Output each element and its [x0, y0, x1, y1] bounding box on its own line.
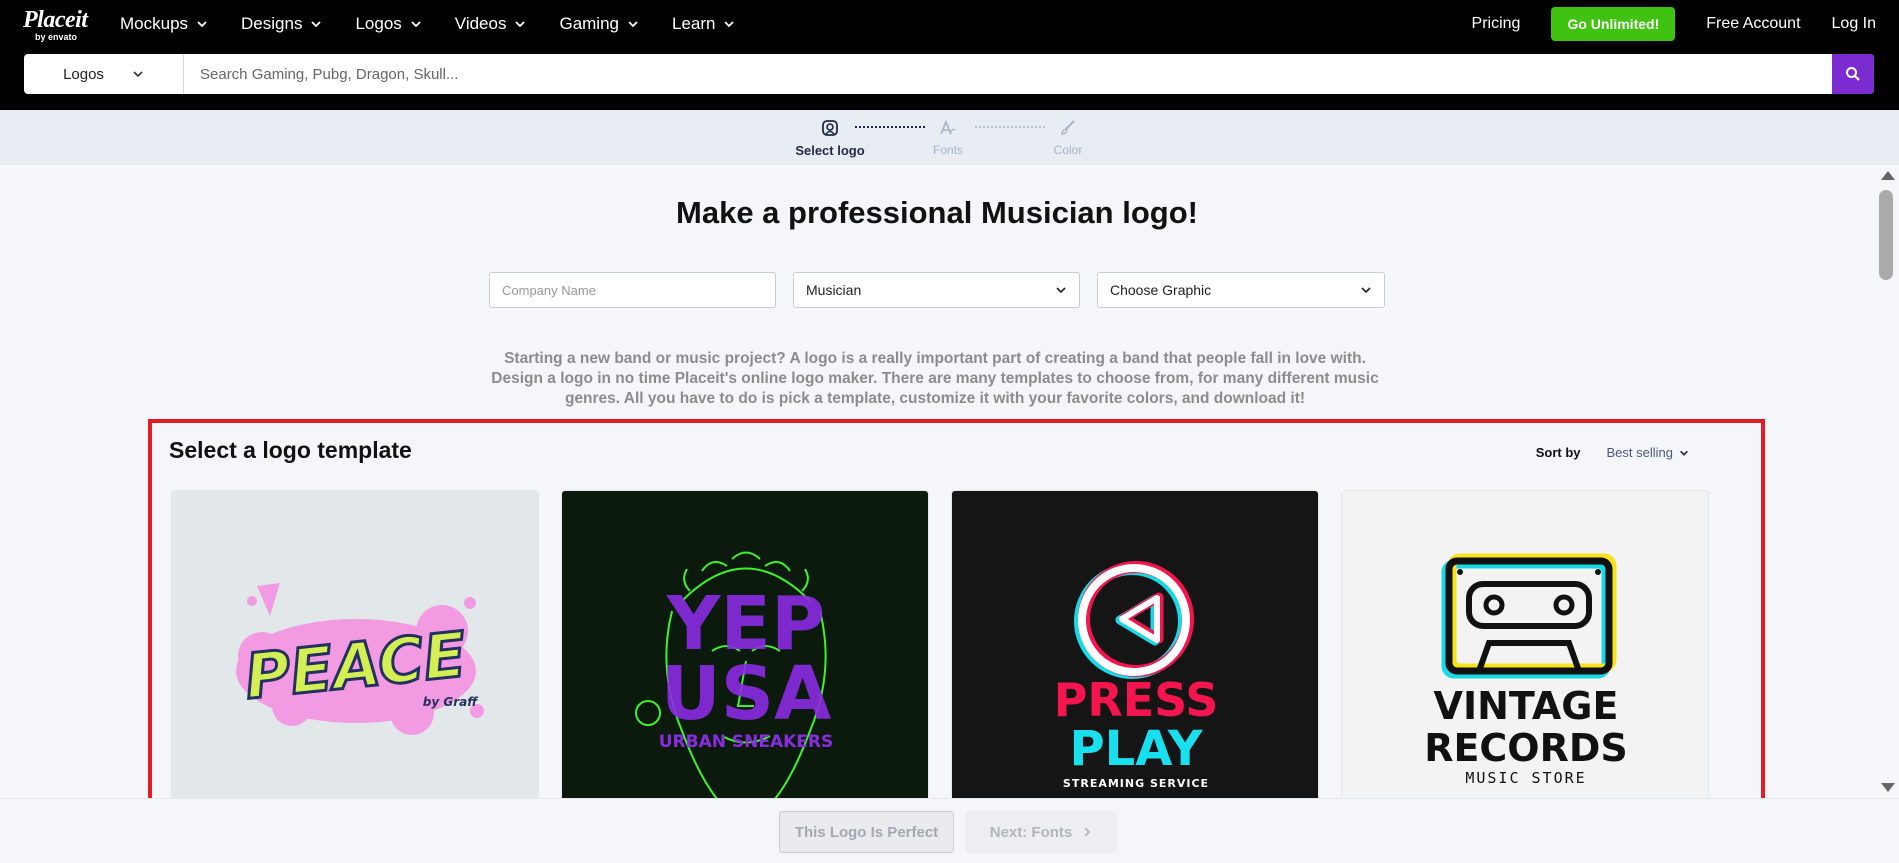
logo-template-section: Select a logo template Sort by Best sell…	[148, 419, 1765, 806]
login-link[interactable]: Log In	[1832, 15, 1876, 33]
section-title: Select a logo template	[169, 437, 412, 463]
graphic-value: Choose Graphic	[1110, 282, 1212, 298]
template-card-press-play[interactable]: PRESS PLAY STREAMING SERVICE	[951, 490, 1319, 802]
chevron-down-icon	[724, 21, 735, 28]
company-name-placeholder: Company Name	[502, 282, 596, 298]
press-text: PRESS	[1054, 673, 1219, 727]
account-nav: Pricing Go Unlimited! Free Account Log I…	[1472, 7, 1876, 41]
usa-text: USA	[661, 651, 832, 737]
sort-value: Best selling	[1606, 445, 1673, 460]
chevron-down-icon	[515, 21, 526, 28]
step-select-logo[interactable]: Select logo	[793, 118, 867, 158]
template-card-peace[interactable]: PEACE by Graff	[171, 490, 539, 802]
top-nav-bar: Placeit by envato Mockups Designs Logos …	[0, 0, 1899, 110]
bottom-action-bar: This Logo Is Perfect Next: Fonts	[0, 798, 1899, 863]
logo-subtitle: by envato	[35, 32, 78, 42]
pricing-link[interactable]: Pricing	[1472, 15, 1521, 33]
logo-badge-icon	[822, 120, 838, 136]
search-button[interactable]	[1832, 54, 1874, 94]
page-title: Make a professional Musician logo!	[676, 195, 1198, 230]
sort-label: Sort by	[1535, 445, 1581, 460]
free-account-link[interactable]: Free Account	[1706, 15, 1800, 33]
chevron-down-icon	[133, 71, 143, 78]
placeit-logo[interactable]: Placeit by envato	[23, 7, 88, 42]
template-preview-image: YEP USA URBAN SNEAKERS	[562, 491, 928, 802]
search-icon	[1846, 67, 1860, 81]
chevron-down-icon	[411, 21, 421, 28]
chevron-down-icon	[628, 21, 638, 28]
nav-label: Learn	[672, 14, 716, 33]
logo-stepper: Select logo Fonts Color	[0, 110, 1899, 165]
graphic-select[interactable]: Choose Graphic	[1097, 272, 1385, 308]
template-card-urban-sneakers[interactable]: YEP USA URBAN SNEAKERS	[561, 490, 929, 802]
next-fonts-button[interactable]: Next: Fonts	[965, 811, 1117, 853]
step-connector	[855, 126, 925, 128]
logo-wordmark: Placeit	[23, 7, 88, 33]
step-label: Color	[1053, 143, 1083, 157]
play-text: PLAY	[1069, 721, 1203, 777]
search-input[interactable]	[184, 54, 1832, 94]
industry-select[interactable]: Musician	[793, 272, 1080, 308]
template-preview-image: PRESS PLAY STREAMING SERVICE	[952, 491, 1318, 802]
sort-control: Sort by Best selling	[1536, 445, 1689, 460]
vintage-text: VINTAGE	[1434, 684, 1619, 728]
company-name-input[interactable]: Company Name	[489, 272, 776, 308]
nav-label: Videos	[454, 14, 507, 33]
paintbrush-icon	[1061, 120, 1075, 135]
template-preview-image: VINTAGE RECORDS MUSIC STORE	[1342, 491, 1708, 802]
nav-item-logos[interactable]: Logos	[355, 12, 421, 36]
streaming-service-text: STREAMING SERVICE	[1063, 777, 1209, 790]
nav-item-designs[interactable]: Designs	[241, 12, 322, 36]
this-logo-is-perfect-button[interactable]: This Logo Is Perfect	[779, 811, 954, 853]
scrollbar-thumb[interactable]	[1879, 190, 1893, 280]
music-store-text: MUSIC STORE	[1465, 769, 1586, 787]
go-unlimited-button[interactable]: Go Unlimited!	[1551, 7, 1676, 41]
scroll-down-arrow-icon[interactable]	[1881, 783, 1895, 792]
template-preview-image: PEACE by Graff	[172, 491, 538, 802]
search-bar: Logos	[24, 54, 1874, 94]
template-card-vintage-records[interactable]: VINTAGE RECORDS MUSIC STORE	[1341, 490, 1709, 802]
industry-value: Musician	[806, 282, 862, 298]
nav-label: Designs	[241, 14, 303, 33]
step-label: Fonts	[932, 143, 963, 157]
fonts-icon	[940, 119, 956, 135]
step-color: Color	[1048, 118, 1088, 157]
chevron-down-icon	[1056, 287, 1066, 294]
page-scrollbar[interactable]	[1874, 165, 1899, 798]
urban-sneakers-text: URBAN SNEAKERS	[659, 732, 834, 752]
chevron-down-icon	[1361, 287, 1371, 294]
perfect-label: This Logo Is Perfect	[794, 823, 939, 841]
next-label: Next: Fonts	[989, 823, 1073, 841]
step-label: Select logo	[795, 143, 865, 158]
sort-dropdown[interactable]: Best selling	[1607, 445, 1689, 460]
chevron-down-icon	[1680, 450, 1688, 456]
chevron-right-icon	[1084, 827, 1091, 837]
graff-text: by Graff	[423, 695, 478, 709]
nav-item-videos[interactable]: Videos	[455, 12, 527, 36]
chevron-down-icon	[311, 21, 322, 28]
nav-item-gaming[interactable]: Gaming	[559, 12, 639, 36]
step-connector	[975, 126, 1045, 128]
scroll-up-arrow-icon[interactable]	[1881, 171, 1895, 180]
nav-item-learn[interactable]: Learn	[672, 12, 735, 36]
step-fonts: Fonts	[928, 118, 968, 157]
page-description: Starting a new band or music project? A …	[491, 350, 1379, 407]
nav-label: Mockups	[120, 14, 189, 33]
records-text: RECORDS	[1424, 726, 1628, 770]
search-category-label: Logos	[63, 65, 104, 83]
nav-label: Gaming	[559, 14, 619, 33]
nav-item-mockups[interactable]: Mockups	[120, 12, 208, 36]
search-category-select[interactable]: Logos	[24, 54, 184, 94]
main-nav: Mockups Designs Logos Videos Gaming Lear…	[120, 12, 768, 36]
chevron-down-icon	[197, 21, 207, 28]
nav-label: Logos	[355, 14, 402, 33]
